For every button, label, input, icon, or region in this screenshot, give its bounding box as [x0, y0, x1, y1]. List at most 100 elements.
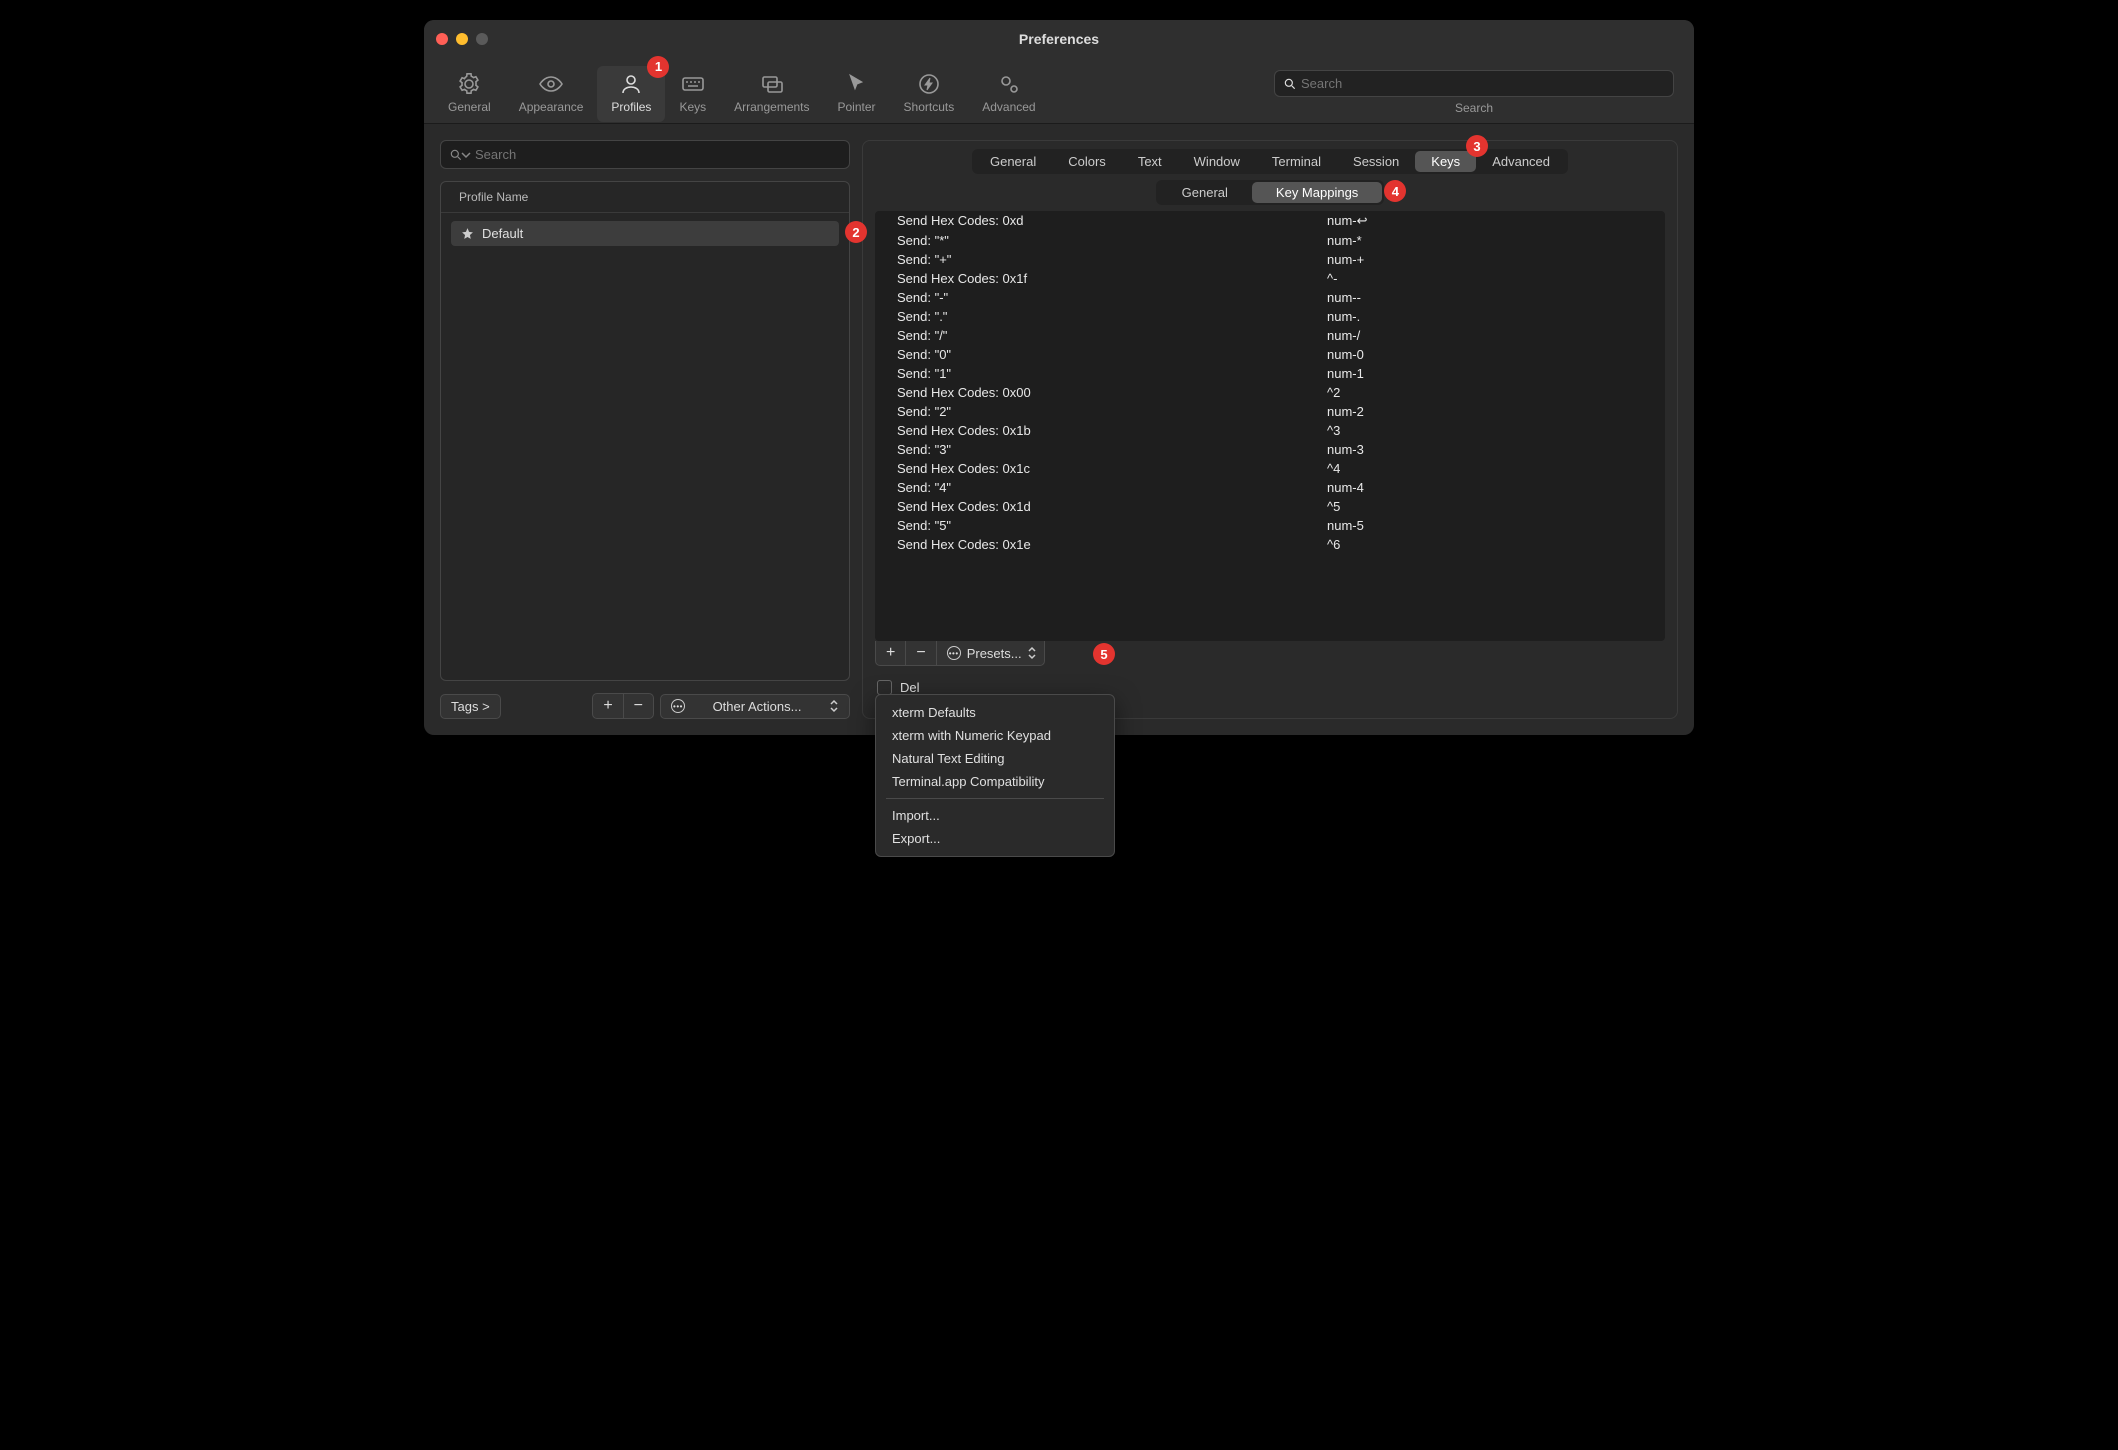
presets-dropdown: xterm Defaults xterm with Numeric Keypad…: [875, 694, 1115, 857]
keyboard-icon: [681, 72, 705, 96]
mapping-action: Send Hex Codes: 0x1c: [897, 461, 1327, 476]
profile-row-default[interactable]: Default 2: [451, 221, 839, 246]
mapping-row[interactable]: Send: "."num-.: [875, 307, 1665, 326]
tab-terminal[interactable]: Terminal: [1256, 151, 1337, 172]
gears-icon: [997, 72, 1021, 96]
mapping-action: Send Hex Codes: 0x1b: [897, 423, 1327, 438]
mapping-row[interactable]: Send: "3"num-3: [875, 440, 1665, 459]
remove-mapping-button[interactable]: −: [906, 641, 936, 666]
search-input[interactable]: [1297, 74, 1665, 93]
search-field[interactable]: [1274, 70, 1674, 97]
mapping-row[interactable]: Send: "4"num-4: [875, 478, 1665, 497]
ellipsis-circle-icon: •••: [671, 699, 685, 713]
key-mappings-table[interactable]: Send Hex Codes: 0xdnum-↩Send: "*"num-*Se…: [875, 211, 1665, 641]
annotation-badge-3: 3: [1466, 135, 1488, 157]
preset-import[interactable]: Import...: [876, 804, 1114, 827]
profile-name: Default: [482, 226, 523, 241]
preset-export[interactable]: Export...: [876, 827, 1114, 850]
tab-advanced[interactable]: Advanced: [1476, 151, 1566, 172]
preset-xterm-defaults[interactable]: xterm Defaults: [876, 701, 1114, 724]
mapping-row[interactable]: Send: "5"num-5: [875, 516, 1665, 535]
chevron-down-icon: [461, 150, 471, 160]
mapping-row[interactable]: Send: "2"num-2: [875, 402, 1665, 421]
minimize-button[interactable]: [456, 33, 468, 45]
mapping-row[interactable]: Send: "*"num-*: [875, 231, 1665, 250]
toolbar: General Appearance 1 Profiles Keys Arran…: [424, 58, 1694, 124]
close-button[interactable]: [436, 33, 448, 45]
delete-checkbox-row: Del: [877, 680, 1663, 695]
add-mapping-button[interactable]: +: [875, 641, 906, 666]
mapping-row[interactable]: Send Hex Codes: 0x1f^-: [875, 269, 1665, 288]
toolbar-label: Pointer: [838, 100, 876, 114]
keys-subtabs: General Key Mappings 4: [1156, 180, 1385, 205]
remove-profile-button[interactable]: −: [624, 693, 654, 719]
mapping-action: Send: "5": [897, 518, 1327, 533]
mapping-actions: + − ••• Presets... 5 xterm Defaults xter…: [875, 641, 1665, 666]
tab-window[interactable]: Window: [1178, 151, 1256, 172]
mapping-action: Send: "*": [897, 233, 1327, 248]
mapping-row[interactable]: Send: "-"num--: [875, 288, 1665, 307]
mapping-shortcut: num--: [1327, 290, 1361, 305]
profile-search-field[interactable]: [440, 140, 850, 169]
mapping-action: Send: "4": [897, 480, 1327, 495]
mapping-action: Send Hex Codes: 0x1f: [897, 271, 1327, 286]
toolbar-label: Arrangements: [734, 100, 809, 114]
toolbar-shortcuts[interactable]: Shortcuts: [890, 66, 969, 122]
mapping-shortcut: num-/: [1327, 328, 1360, 343]
mapping-shortcut: num-2: [1327, 404, 1364, 419]
toolbar-profiles[interactable]: 1 Profiles: [597, 66, 665, 122]
profile-search-input[interactable]: [471, 145, 841, 164]
preset-xterm-numeric[interactable]: xterm with Numeric Keypad: [876, 724, 1114, 747]
preset-natural-text-editing[interactable]: Natural Text Editing: [876, 747, 1114, 770]
toolbar-appearance[interactable]: Appearance: [505, 66, 598, 122]
subtab-key-mappings[interactable]: Key Mappings: [1252, 182, 1382, 203]
tab-text[interactable]: Text: [1122, 151, 1178, 172]
mapping-shortcut: ^5: [1327, 499, 1340, 514]
mapping-shortcut: num-3: [1327, 442, 1364, 457]
toolbar-keys[interactable]: Keys: [665, 66, 720, 122]
subtab-general[interactable]: General: [1158, 182, 1252, 203]
mapping-row[interactable]: Send: "/"num-/: [875, 326, 1665, 345]
mapping-action: Send: "-": [897, 290, 1327, 305]
minus-icon: −: [634, 698, 643, 714]
zoom-button[interactable]: [476, 33, 488, 45]
annotation-badge-1: 1: [647, 56, 669, 78]
tab-keys[interactable]: Keys: [1415, 151, 1476, 172]
mapping-row[interactable]: Send Hex Codes: 0xdnum-↩: [875, 211, 1665, 231]
toolbar-advanced[interactable]: Advanced: [968, 66, 1049, 122]
toolbar-general[interactable]: General: [434, 66, 505, 122]
toolbar-label: Advanced: [982, 100, 1035, 114]
tab-session[interactable]: Session: [1337, 151, 1415, 172]
mapping-row[interactable]: Send Hex Codes: 0x1e^6: [875, 535, 1665, 554]
ellipsis-circle-icon: •••: [947, 646, 961, 660]
mapping-action: Send Hex Codes: 0x1d: [897, 499, 1327, 514]
mapping-shortcut: ^4: [1327, 461, 1340, 476]
gear-icon: [457, 72, 481, 96]
other-actions-button[interactable]: ••• Other Actions...: [660, 694, 850, 719]
mapping-action: Send Hex Codes: 0xd: [897, 213, 1327, 229]
tags-button[interactable]: Tags >: [440, 694, 501, 719]
presets-button[interactable]: ••• Presets...: [937, 641, 1045, 666]
preset-terminal-app[interactable]: Terminal.app Compatibility: [876, 770, 1114, 793]
mapping-row[interactable]: Send: "+"num-+: [875, 250, 1665, 269]
add-profile-button[interactable]: +: [592, 693, 623, 719]
mapping-row[interactable]: Send Hex Codes: 0x00^2: [875, 383, 1665, 402]
tab-colors[interactable]: Colors: [1052, 151, 1122, 172]
toolbar-arrangements[interactable]: Arrangements: [720, 66, 823, 122]
mapping-row[interactable]: Send: "1"num-1: [875, 364, 1665, 383]
toolbar-label: Shortcuts: [904, 100, 955, 114]
tab-general[interactable]: General: [974, 151, 1052, 172]
annotation-badge-4: 4: [1384, 180, 1406, 202]
profiles-sidebar: Profile Name Default 2 Tags > + − ••• Ot…: [440, 140, 850, 719]
profile-list: Profile Name Default 2: [440, 181, 850, 681]
mapping-row[interactable]: Send: "0"num-0: [875, 345, 1665, 364]
mapping-action: Send: "2": [897, 404, 1327, 419]
pointer-icon: [845, 72, 869, 96]
delete-checkbox[interactable]: [877, 680, 892, 695]
mapping-action: Send: "3": [897, 442, 1327, 457]
toolbar-pointer[interactable]: Pointer: [824, 66, 890, 122]
mapping-row[interactable]: Send Hex Codes: 0x1b^3: [875, 421, 1665, 440]
mapping-action: Send Hex Codes: 0x1e: [897, 537, 1327, 552]
mapping-row[interactable]: Send Hex Codes: 0x1c^4: [875, 459, 1665, 478]
mapping-row[interactable]: Send Hex Codes: 0x1d^5: [875, 497, 1665, 516]
